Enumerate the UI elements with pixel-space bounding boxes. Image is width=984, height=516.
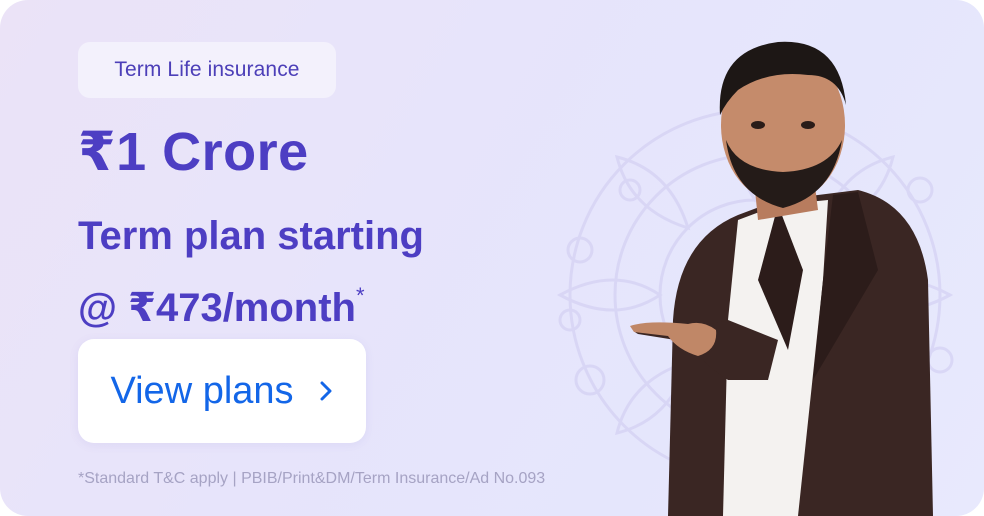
subline-text-2: @ ₹473/month [78,286,356,330]
chevron-right-icon [320,381,332,401]
asterisk-mark: * [356,283,365,308]
subline-text-1: Term plan starting [78,214,424,258]
cover-amount-headline: ₹1 Crore [78,122,309,182]
disclaimer-text: *Standard T&C apply | PBIB/Print&DM/Term… [78,470,546,487]
spokesperson-image [630,41,933,516]
subline-price-line: @ ₹473/month* [78,266,424,338]
ad-banner[interactable]: Term Life insurance ₹1 Crore Term plan s… [0,0,984,516]
product-badge: Term Life insurance [78,42,336,98]
view-plans-button[interactable]: View plans [78,339,366,443]
price-subline: Term plan starting @ ₹473/month* [78,206,424,338]
badge-label: Term Life insurance [114,58,300,81]
view-plans-label: View plans [110,369,294,412]
